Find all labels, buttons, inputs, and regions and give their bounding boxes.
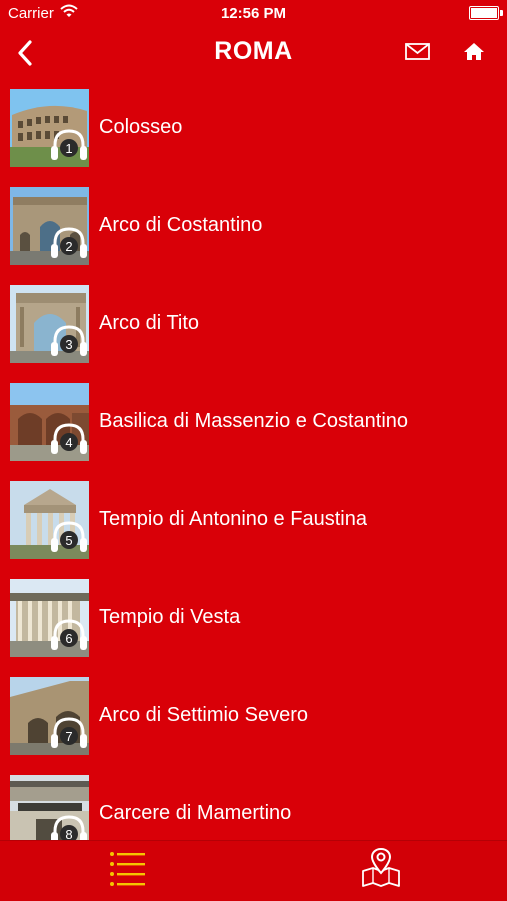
list-item-label: Basilica di Massenzio e Costantino — [99, 410, 409, 432]
list-item[interactable]: 8 Carcere di Mamertino — [0, 766, 507, 840]
headphones-icon: 5 — [50, 519, 88, 553]
list-item-label: Tempio di Antonino e Faustina — [99, 508, 367, 530]
back-button[interactable] — [10, 36, 46, 72]
audio-number: 1 — [65, 141, 72, 156]
navigation-bar: ROMA — [0, 28, 507, 80]
list-item[interactable]: 5 Tempio di Antonino e Faustina — [0, 472, 507, 570]
audio-number: 6 — [65, 631, 72, 646]
audio-number: 3 — [65, 337, 72, 352]
list-item-label: Arco di Settimio Severo — [99, 704, 308, 726]
audio-number: 2 — [65, 239, 72, 254]
audio-number: 7 — [65, 729, 72, 744]
monument-list: 1 Colosseo 2 Arco di Costantino 3 Arco di Tit… — [0, 80, 507, 840]
headphones-icon: 7 — [50, 715, 88, 749]
list-item[interactable]: 2 Arco di Costantino — [0, 178, 507, 276]
headphones-icon: 2 — [50, 225, 88, 259]
tab-bar — [0, 840, 507, 901]
chevron-left-icon — [18, 40, 32, 66]
map-pin-icon — [362, 847, 400, 887]
list-item-label: Colosseo — [99, 116, 183, 138]
mail-icon — [405, 43, 430, 60]
list-item[interactable]: 6 Tempio di Vesta — [0, 570, 507, 668]
headphones-icon: 8 — [50, 813, 88, 840]
list-item[interactable]: 1 Colosseo — [0, 80, 507, 178]
audio-number: 4 — [65, 435, 72, 450]
battery-icon — [469, 6, 503, 20]
status-time: 12:56 PM — [220, 5, 287, 22]
tab-list[interactable] — [106, 847, 150, 891]
list-item[interactable]: 3 Arco di Tito — [0, 276, 507, 374]
list-icon — [110, 852, 145, 886]
headphones-icon: 1 — [50, 127, 88, 161]
list-item-label: Tempio di Vesta — [99, 606, 241, 628]
list-item-label: Arco di Costantino — [99, 214, 263, 236]
list-item[interactable]: 4 Basilica di Massenzio e Costantino — [0, 374, 507, 472]
mail-button[interactable] — [403, 40, 433, 64]
home-icon — [464, 43, 484, 60]
list-item-label: Arco di Tito — [99, 312, 200, 334]
audio-number: 8 — [65, 827, 72, 840]
headphones-icon: 6 — [50, 617, 88, 651]
list-item-label: Carcere di Mamertino — [99, 802, 292, 824]
status-bar: Carrier 12:56 PM — [0, 0, 507, 28]
headphones-icon: 4 — [50, 421, 88, 455]
tab-map[interactable] — [359, 845, 403, 889]
home-button[interactable] — [459, 38, 489, 68]
audio-number: 5 — [65, 533, 72, 548]
list-item[interactable]: 7 Arco di Settimio Severo — [0, 668, 507, 766]
headphones-icon: 3 — [50, 323, 88, 357]
